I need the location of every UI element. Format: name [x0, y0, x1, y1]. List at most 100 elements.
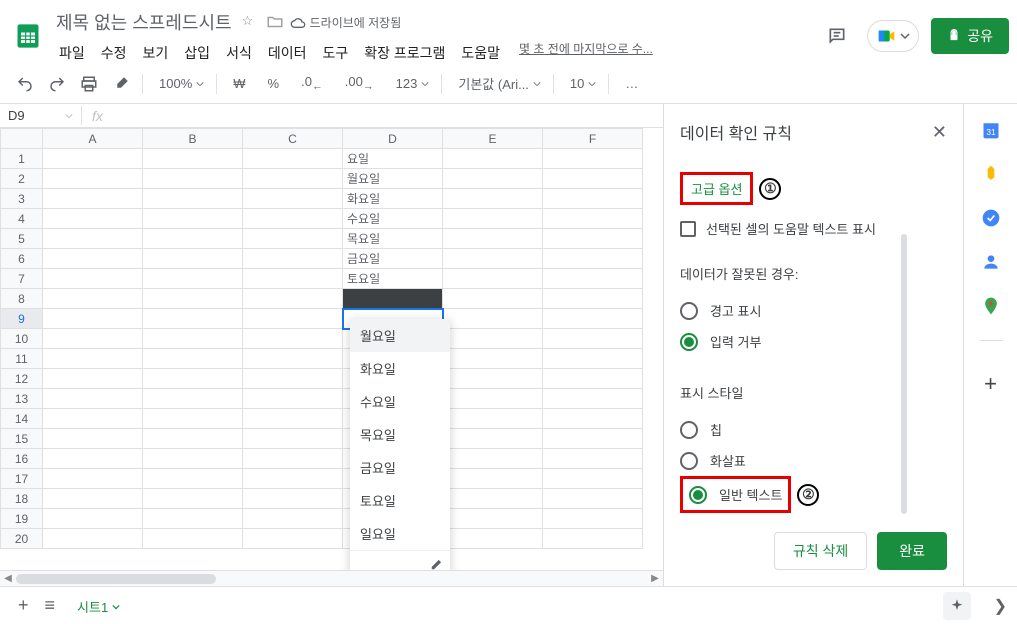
cell[interactable] — [243, 449, 343, 469]
row-header[interactable]: 5 — [1, 229, 43, 249]
collapse-rail-icon[interactable]: ❯ — [994, 596, 1007, 616]
dropdown-option[interactable]: 월요일 — [350, 319, 450, 352]
cell[interactable] — [343, 289, 443, 309]
cell[interactable] — [443, 409, 543, 429]
cell[interactable] — [543, 249, 643, 269]
cell[interactable] — [543, 189, 643, 209]
cell[interactable] — [443, 449, 543, 469]
cell[interactable] — [543, 449, 643, 469]
radio-chip[interactable] — [680, 421, 698, 439]
dropdown-option[interactable]: 일요일 — [350, 517, 450, 550]
cell[interactable] — [43, 269, 143, 289]
col-header-b[interactable]: B — [143, 129, 243, 149]
menu-help[interactable]: 도움말 — [454, 40, 507, 66]
horizontal-scrollbar[interactable]: ◀ ▶ — [0, 570, 663, 586]
advanced-options-button[interactable]: 고급 옵션 — [680, 172, 753, 205]
explore-button[interactable] — [943, 592, 971, 620]
cell[interactable] — [143, 269, 243, 289]
cell[interactable]: 금요일 — [343, 249, 443, 269]
cell[interactable] — [243, 209, 343, 229]
row-header[interactable]: 7 — [1, 269, 43, 289]
all-sheets-button[interactable]: ≡ — [37, 591, 64, 620]
row-header[interactable]: 4 — [1, 209, 43, 229]
paint-icon[interactable] — [106, 71, 136, 97]
cell[interactable] — [243, 369, 343, 389]
font-select[interactable]: 기본값 (Ari... — [448, 70, 547, 97]
tasks-icon[interactable] — [981, 208, 1001, 228]
dropdown-option[interactable]: 금요일 — [350, 451, 450, 484]
cell[interactable] — [243, 489, 343, 509]
row-header[interactable]: 18 — [1, 489, 43, 509]
row-header[interactable]: 8 — [1, 289, 43, 309]
cell[interactable] — [243, 169, 343, 189]
sheets-logo[interactable] — [8, 16, 48, 56]
cell[interactable] — [243, 289, 343, 309]
cell[interactable] — [243, 329, 343, 349]
cell[interactable] — [243, 469, 343, 489]
dropdown-option[interactable]: 수요일 — [350, 385, 450, 418]
cell[interactable] — [143, 429, 243, 449]
col-header-a[interactable]: A — [43, 129, 143, 149]
sheet-tab[interactable]: 시트1 — [63, 589, 134, 622]
col-header-c[interactable]: C — [243, 129, 343, 149]
row-header[interactable]: 16 — [1, 449, 43, 469]
cell[interactable] — [443, 369, 543, 389]
cell[interactable] — [143, 329, 243, 349]
cell[interactable] — [543, 209, 643, 229]
cell[interactable] — [43, 149, 143, 169]
cell[interactable] — [43, 169, 143, 189]
menu-insert[interactable]: 삽입 — [177, 40, 217, 66]
cell[interactable] — [443, 389, 543, 409]
percent-button[interactable]: % — [258, 72, 290, 95]
cell[interactable] — [143, 169, 243, 189]
cell[interactable] — [243, 429, 343, 449]
radio-reject[interactable] — [680, 333, 698, 351]
cell[interactable]: 목요일 — [343, 229, 443, 249]
move-icon[interactable] — [266, 13, 284, 31]
cell[interactable] — [43, 249, 143, 269]
cell[interactable] — [43, 369, 143, 389]
cell[interactable] — [243, 189, 343, 209]
cell[interactable] — [543, 329, 643, 349]
cell[interactable] — [43, 389, 143, 409]
cell[interactable] — [43, 289, 143, 309]
cell[interactable] — [43, 509, 143, 529]
undo-icon[interactable] — [10, 71, 40, 97]
row-header[interactable]: 20 — [1, 529, 43, 549]
col-header-d[interactable]: D — [343, 129, 443, 149]
row-header[interactable]: 1 — [1, 149, 43, 169]
cell[interactable] — [143, 469, 243, 489]
cell[interactable] — [143, 309, 243, 329]
select-all-corner[interactable] — [1, 129, 43, 149]
comments-icon[interactable] — [819, 18, 855, 54]
cell[interactable]: 요일 — [343, 149, 443, 169]
cell[interactable] — [243, 349, 343, 369]
cell[interactable] — [143, 209, 243, 229]
cell[interactable] — [543, 389, 643, 409]
delete-rule-button[interactable]: 규칙 삭제 — [774, 532, 867, 570]
cell[interactable] — [243, 409, 343, 429]
meet-button[interactable] — [867, 20, 919, 52]
cell[interactable] — [543, 469, 643, 489]
col-header-e[interactable]: E — [443, 129, 543, 149]
cell[interactable] — [243, 249, 343, 269]
cloud-status[interactable]: 드라이브에 저장됨 — [290, 14, 402, 31]
doc-title[interactable]: 제목 없는 스프레드시트 — [52, 8, 236, 36]
name-box[interactable]: D9 — [0, 106, 82, 125]
calendar-icon[interactable]: 31 — [981, 120, 1001, 140]
cell[interactable] — [143, 289, 243, 309]
font-size-select[interactable]: 10 — [560, 72, 602, 95]
cell[interactable] — [443, 169, 543, 189]
cell[interactable] — [543, 489, 643, 509]
cell[interactable] — [43, 309, 143, 329]
dropdown-option[interactable]: 토요일 — [350, 484, 450, 517]
row-header[interactable]: 12 — [1, 369, 43, 389]
radio-warn[interactable] — [680, 302, 698, 320]
cell[interactable] — [143, 409, 243, 429]
cell[interactable] — [43, 449, 143, 469]
keep-icon[interactable] — [981, 164, 1001, 184]
cell[interactable] — [43, 429, 143, 449]
cell[interactable] — [243, 149, 343, 169]
number-format-button[interactable]: 123 — [386, 72, 436, 95]
row-header[interactable]: 17 — [1, 469, 43, 489]
